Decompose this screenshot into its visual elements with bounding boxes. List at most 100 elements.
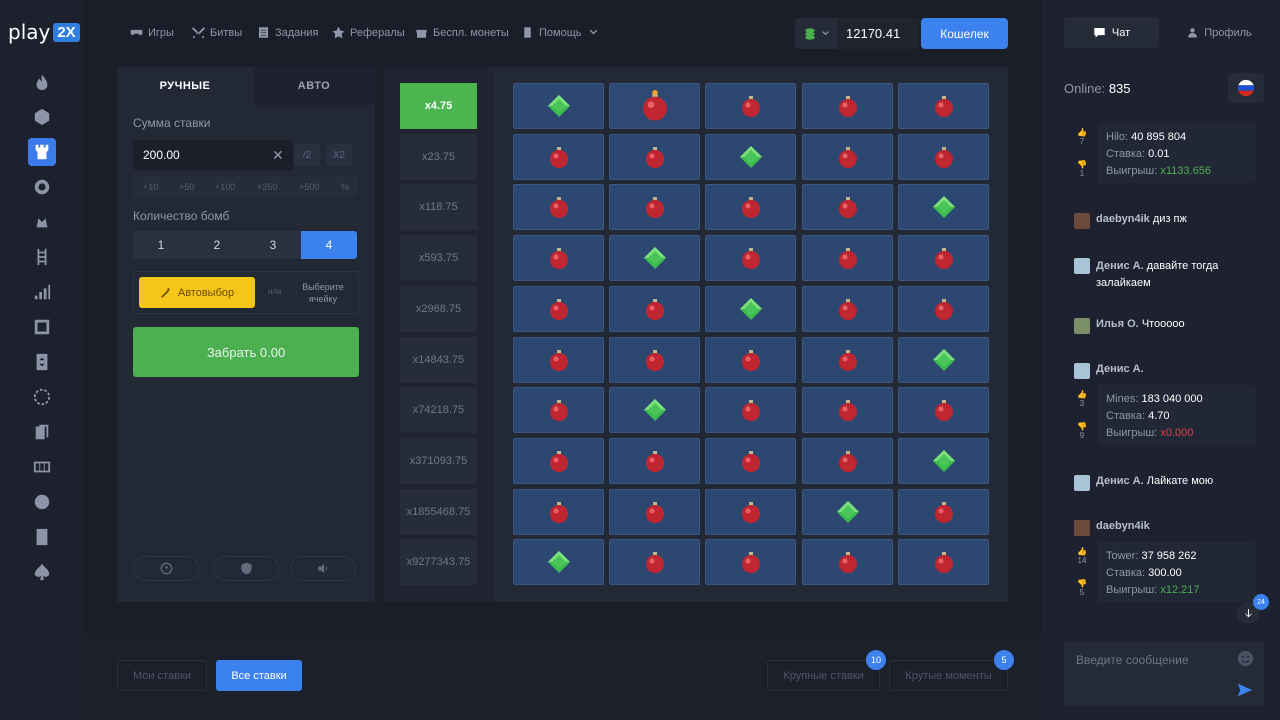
- avatar[interactable]: [1074, 475, 1090, 491]
- quick-plus-100[interactable]: +100: [215, 176, 235, 197]
- stats-icon[interactable]: [28, 278, 56, 306]
- tower-cell-bomb[interactable]: [898, 285, 989, 332]
- tower-cell-bomb[interactable]: [513, 235, 604, 282]
- dislike-icon[interactable]: 👎 9: [1076, 422, 1088, 440]
- tower-cell-gem[interactable]: [802, 488, 893, 535]
- like-icon[interactable]: 👍 7: [1076, 128, 1088, 146]
- tower-cell-gem[interactable]: [609, 387, 700, 434]
- chat-username[interactable]: Денис А.: [1096, 260, 1144, 272]
- help-button[interactable]: [133, 556, 199, 581]
- tower-cell-bomb[interactable]: [513, 387, 604, 434]
- tower-cell-bomb[interactable]: [898, 133, 989, 180]
- tower-cell-bomb[interactable]: [802, 336, 893, 383]
- tower-cell-gem[interactable]: [513, 83, 604, 129]
- tower-cell-bomb[interactable]: [705, 488, 796, 535]
- tower-cell-gem[interactable]: [705, 285, 796, 332]
- tower-cell-gem[interactable]: [898, 437, 989, 484]
- tower-cell-bomb[interactable]: [609, 336, 700, 383]
- chat-username[interactable]: Илья О.: [1096, 318, 1139, 330]
- tower-cell-gem[interactable]: [898, 184, 989, 231]
- tower-cell-bomb[interactable]: [513, 133, 604, 180]
- bombs-option-4[interactable]: 4: [301, 231, 357, 259]
- quick-plus-500[interactable]: +500: [299, 176, 319, 197]
- coinflip-icon[interactable]: [28, 488, 56, 516]
- tower-cell-bomb[interactable]: [898, 488, 989, 535]
- tower-cell-bomb[interactable]: [609, 285, 700, 332]
- bombs-option-1[interactable]: 1: [133, 231, 189, 259]
- my-bets-button[interactable]: Мои ставки: [117, 660, 207, 691]
- bet-share-card[interactable]: Hilo: 40 895 804 Ставка: 0.01 Выигрыш: x…: [1098, 123, 1256, 183]
- chat-username[interactable]: Денис А.: [1096, 363, 1144, 375]
- bombs-option-3[interactable]: 3: [245, 231, 301, 259]
- send-icon[interactable]: [1237, 682, 1253, 698]
- tower-cell-bomb[interactable]: [802, 235, 893, 282]
- tower-cell-bomb[interactable]: [898, 387, 989, 434]
- tower-cell-bomb[interactable]: [513, 285, 604, 332]
- tower-cell-bomb[interactable]: [705, 336, 796, 383]
- tower-cell-bomb[interactable]: [513, 488, 604, 535]
- all-bets-button[interactable]: Все ставки: [216, 660, 302, 691]
- quick-plus-250[interactable]: +250: [257, 176, 277, 197]
- tower-cell-bomb[interactable]: [609, 488, 700, 535]
- tower-cell-bomb[interactable]: [898, 83, 989, 129]
- roulette-icon[interactable]: [28, 173, 56, 201]
- chat-username[interactable]: daebyn4ik: [1096, 520, 1150, 532]
- nine-icon[interactable]: [28, 523, 56, 551]
- tower-cell-bomb[interactable]: [513, 437, 604, 484]
- tower-cell-bomb[interactable]: [802, 184, 893, 231]
- tower-cell-bomb[interactable]: [705, 235, 796, 282]
- tab-profile[interactable]: Профиль: [1172, 17, 1267, 48]
- tower-cell-bomb[interactable]: [705, 437, 796, 484]
- chat-username[interactable]: Денис А.: [1096, 475, 1144, 487]
- bombs-option-2[interactable]: 2: [189, 231, 245, 259]
- spade-icon[interactable]: [28, 558, 56, 586]
- avatar[interactable]: [1074, 363, 1090, 379]
- bet-share-card[interactable]: Tower: 37 958 262 Ставка: 300.00 Выигрыш…: [1098, 542, 1256, 602]
- quick-plus-10[interactable]: +10: [143, 176, 158, 197]
- tower-cell-bomb[interactable]: [609, 437, 700, 484]
- wallet-button[interactable]: Кошелек: [921, 18, 1008, 49]
- blackjack-icon[interactable]: [28, 418, 56, 446]
- tower-cell-bomb[interactable]: [609, 184, 700, 231]
- chat-message-input[interactable]: Введите сообщение: [1064, 642, 1228, 706]
- avatar[interactable]: [1074, 258, 1090, 274]
- tower-cell-bomb[interactable]: [609, 133, 700, 180]
- cashout-button[interactable]: Забрать 0.00: [133, 327, 359, 377]
- fairness-button[interactable]: [213, 556, 279, 581]
- avatar[interactable]: [1074, 213, 1090, 229]
- tower-cell-bomb[interactable]: [705, 539, 796, 586]
- tower-cell-bomb[interactable]: [802, 437, 893, 484]
- cool-moments-button[interactable]: Крутые моменты: [889, 660, 1008, 691]
- tower-cell-bomb[interactable]: [705, 184, 796, 231]
- x100-icon[interactable]: [28, 313, 56, 341]
- double-button[interactable]: X2: [326, 144, 352, 166]
- tower-cell-bomb[interactable]: [705, 387, 796, 434]
- tower-cell-gem[interactable]: [898, 336, 989, 383]
- tower-cell-bomb[interactable]: [802, 387, 893, 434]
- bet-share-card[interactable]: Mines: 183 040 000 Ставка: 4.70 Выигрыш:…: [1098, 385, 1256, 445]
- tab-chat[interactable]: Чат: [1064, 17, 1159, 48]
- tower-icon[interactable]: [28, 138, 56, 166]
- tower-cell-gem[interactable]: [705, 133, 796, 180]
- tower-cell-bomb[interactable]: [513, 184, 604, 231]
- quick-percent[interactable]: %: [341, 176, 349, 197]
- menu-tasks[interactable]: Задания: [257, 26, 318, 39]
- sound-button[interactable]: [290, 556, 356, 581]
- bet-amount-input[interactable]: 200.00: [133, 140, 293, 170]
- ladder-icon[interactable]: [28, 243, 56, 271]
- tab-auto[interactable]: АВТО: [253, 67, 375, 105]
- tower-cell-bomb[interactable]: [898, 235, 989, 282]
- menu-help[interactable]: Помощь: [521, 26, 600, 39]
- dislike-icon[interactable]: 👎 5: [1076, 579, 1088, 597]
- tower-cell-bomb[interactable]: [609, 539, 700, 586]
- like-icon[interactable]: 👍 3: [1076, 390, 1088, 408]
- half-button[interactable]: /2: [294, 144, 320, 166]
- tower-cell-gem[interactable]: [513, 539, 604, 586]
- autoselect-button[interactable]: Автовыбор: [139, 277, 255, 308]
- menu-battles[interactable]: Битвы: [192, 26, 242, 39]
- avatar[interactable]: [1074, 520, 1090, 536]
- tab-manual[interactable]: РУЧНЫЕ: [117, 67, 253, 105]
- avatar[interactable]: [1074, 318, 1090, 334]
- menu-referrals[interactable]: Рефералы: [332, 26, 405, 39]
- tower-cell-gem[interactable]: [609, 235, 700, 282]
